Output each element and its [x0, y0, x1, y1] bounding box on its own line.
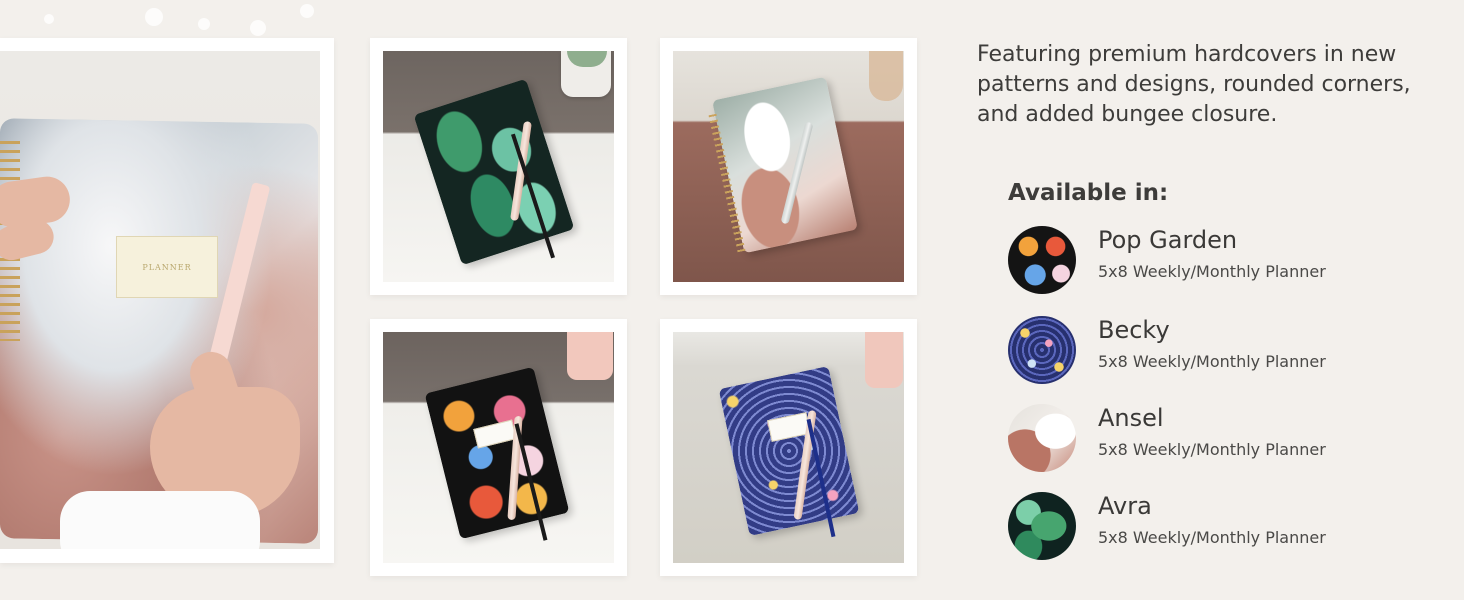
ansel-swatch-icon: [1008, 404, 1076, 472]
pink-mug: [865, 332, 903, 388]
variant-name: Avra: [1098, 492, 1152, 520]
becky-photo-frame: [660, 319, 917, 576]
available-in-heading: Available in:: [1008, 180, 1169, 206]
variant-avra: Avra 5x8 Weekly/Monthly Planner: [1008, 492, 1428, 562]
variant-ansel: Ansel 5x8 Weekly/Monthly Planner: [1008, 404, 1428, 474]
variant-description: 5x8 Weekly/Monthly Planner: [1098, 352, 1326, 371]
variant-pop-garden: Pop Garden 5x8 Weekly/Monthly Planner: [1008, 226, 1428, 296]
pop-garden-swatch-icon: [1008, 226, 1076, 294]
bokeh-light: [44, 14, 54, 24]
variant-name: Becky: [1098, 316, 1170, 344]
avra-planner: [413, 78, 575, 266]
planner-cover-label: PLANNER: [116, 236, 218, 298]
variant-name: Pop Garden: [1098, 226, 1238, 254]
ansel-photo: [673, 51, 904, 282]
avra-swatch-icon: [1008, 492, 1076, 560]
pop-garden-photo: [383, 332, 614, 563]
variant-name: Ansel: [1098, 404, 1164, 432]
hero-photo-frame: PLANNER: [0, 38, 334, 563]
variant-becky: Becky 5x8 Weekly/Monthly Planner: [1008, 316, 1428, 386]
pop-garden-photo-frame: [370, 319, 627, 576]
pink-mug: [567, 332, 613, 380]
avra-photo: [383, 51, 614, 282]
becky-planner: [718, 365, 860, 537]
bokeh-light: [250, 20, 266, 36]
avra-photo-frame: [370, 38, 627, 295]
becky-photo: [673, 332, 904, 563]
glass-vase: [869, 51, 903, 101]
bokeh-light: [198, 18, 210, 30]
variant-description: 5x8 Weekly/Monthly Planner: [1098, 528, 1326, 547]
white-sleeve: [60, 491, 260, 549]
bokeh-light: [300, 4, 314, 18]
ansel-photo-frame: [660, 38, 917, 295]
hero-photo: PLANNER: [0, 51, 320, 549]
bokeh-light: [145, 8, 163, 26]
pop-garden-planner: [424, 366, 570, 540]
becky-swatch-icon: [1008, 316, 1076, 384]
variant-description: 5x8 Weekly/Monthly Planner: [1098, 440, 1326, 459]
feature-headline: Featuring premium hardcovers in new patt…: [977, 42, 1411, 127]
variant-description: 5x8 Weekly/Monthly Planner: [1098, 262, 1326, 281]
